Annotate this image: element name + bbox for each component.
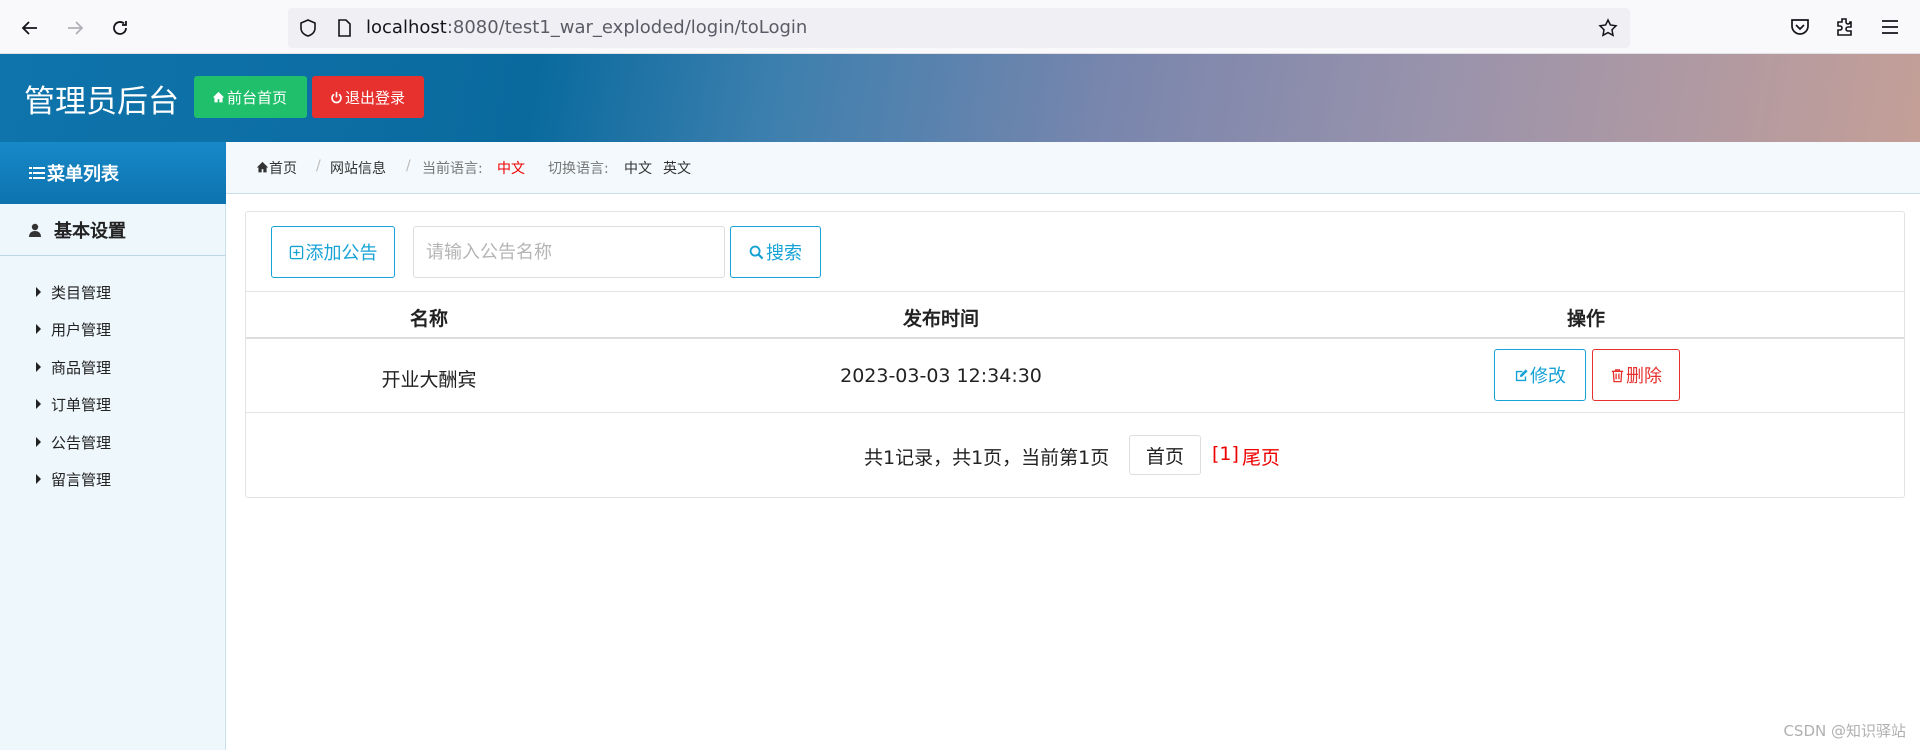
breadcrumb: 首页 / 网站信息 / 当前语言: 中文 切换语言: 中文 英文 — [226, 142, 1920, 194]
edit-button[interactable]: 修改 — [1494, 349, 1586, 401]
breadcrumb-separator: / — [316, 158, 321, 174]
switch-language-en[interactable]: 英文 — [663, 158, 691, 178]
search-icon — [749, 245, 764, 259]
power-icon — [331, 91, 342, 103]
star-icon[interactable] — [1598, 18, 1618, 38]
menu-icon[interactable] — [1878, 15, 1902, 39]
browser-toolbar: localhost:8080/test1_war_exploded/login/… — [0, 0, 1920, 54]
switch-language-zh[interactable]: 中文 — [624, 158, 652, 178]
delete-button[interactable]: 删除 — [1592, 349, 1680, 401]
arrow-right-icon — [68, 21, 84, 35]
reload-button[interactable] — [104, 12, 136, 44]
search-button[interactable]: 搜索 — [730, 226, 821, 278]
current-language-label: 当前语言: — [422, 161, 483, 177]
pocket-icon[interactable] — [1788, 15, 1812, 39]
caret-right-icon — [36, 474, 41, 484]
caret-right-icon — [36, 399, 41, 409]
column-header-name: 名称 — [409, 308, 449, 330]
breadcrumb-site-info[interactable]: 网站信息 — [330, 158, 386, 178]
column-header-actions: 操作 — [1566, 308, 1606, 330]
sidebar-item-products[interactable]: 商品管理 — [36, 355, 111, 379]
sidebar-group-basic-settings[interactable]: 基本设置 — [0, 204, 226, 256]
add-notice-button[interactable]: 添加公告 — [271, 226, 395, 278]
last-page-link[interactable]: 尾页 — [1242, 443, 1280, 470]
caret-right-icon — [36, 324, 41, 334]
arrow-left-icon — [21, 21, 37, 35]
reload-icon — [113, 21, 127, 35]
edit-icon — [1515, 368, 1528, 381]
logout-button[interactable]: 退出登录 — [312, 76, 424, 118]
back-button[interactable] — [14, 12, 46, 44]
notice-panel: 添加公告 搜索 名称 发布时间 操作 开业大酬宾 2023-03-03 12:3… — [245, 211, 1905, 498]
sidebar-item-notices[interactable]: 公告管理 — [36, 430, 111, 454]
switch-language-label: 切换语言: — [548, 161, 609, 177]
notice-time: 2023-03-03 12:34:30 — [840, 365, 1042, 387]
pagination: 共1记录，共1页，当前第1页 首页 [1] 尾页 — [246, 413, 1904, 497]
sidebar: 菜单列表 基本设置 类目管理 用户管理 商品管理 订单管理 公告管理 留言管理 — [0, 142, 226, 750]
sidebar-menu-title: 菜单列表 — [0, 142, 226, 204]
plus-square-icon — [289, 245, 303, 259]
current-page: [1] — [1212, 443, 1239, 465]
url-text: localhost:8080/test1_war_exploded/login/… — [366, 17, 808, 38]
list-icon — [29, 167, 45, 179]
sidebar-item-category[interactable]: 类目管理 — [36, 280, 111, 304]
caret-right-icon — [36, 362, 41, 372]
extensions-icon[interactable] — [1833, 15, 1857, 39]
watermark: CSDN @知识驿站 — [1783, 722, 1906, 740]
home-icon — [256, 161, 269, 173]
trash-icon — [1611, 368, 1624, 382]
front-home-button[interactable]: 前台首页 — [194, 76, 307, 118]
sidebar-item-messages[interactable]: 留言管理 — [36, 467, 111, 491]
address-bar[interactable]: localhost:8080/test1_war_exploded/login/… — [288, 8, 1630, 48]
notice-search-input[interactable] — [413, 226, 725, 278]
notice-name: 开业大酬宾 — [381, 369, 477, 391]
caret-right-icon — [36, 287, 41, 297]
page-icon — [338, 19, 351, 37]
first-page-button[interactable]: 首页 — [1129, 435, 1201, 475]
sidebar-item-users[interactable]: 用户管理 — [36, 317, 111, 341]
column-header-time: 发布时间 — [902, 308, 980, 330]
user-icon — [29, 223, 41, 237]
shield-icon — [300, 19, 316, 37]
pagination-summary: 共1记录，共1页，当前第1页 — [864, 447, 1110, 469]
caret-right-icon — [36, 437, 41, 447]
app-header: 管理员后台 前台首页 退出登录 — [0, 54, 1920, 142]
breadcrumb-home[interactable]: 首页 — [256, 158, 297, 178]
sidebar-item-orders[interactable]: 订单管理 — [36, 392, 111, 416]
home-icon — [212, 91, 225, 102]
forward-button[interactable] — [59, 12, 91, 44]
app-title: 管理员后台 — [24, 84, 179, 120]
current-language-value: 中文 — [497, 161, 525, 177]
breadcrumb-separator: / — [406, 158, 411, 174]
table-row: 开业大酬宾 2023-03-03 12:34:30 修改 删除 — [246, 339, 1904, 413]
table-header: 名称 发布时间 操作 — [246, 291, 1904, 339]
